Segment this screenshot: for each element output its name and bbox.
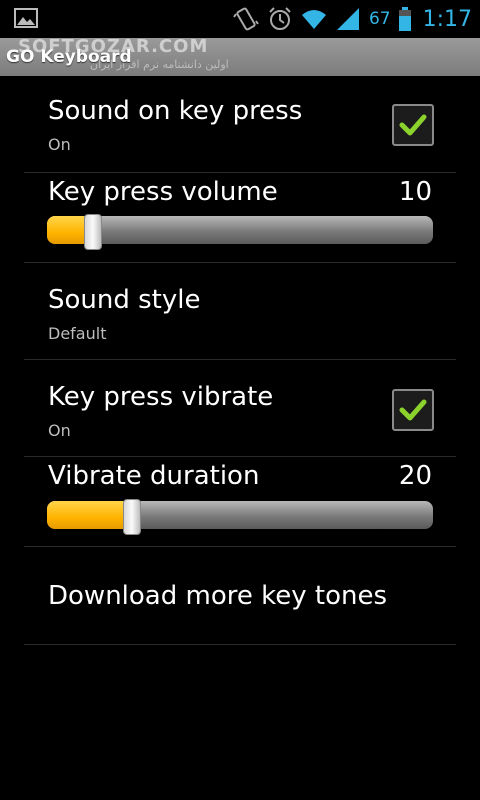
slider-track[interactable] bbox=[47, 216, 433, 244]
pref-sound-on-key-press[interactable]: Sound on key press On bbox=[24, 76, 456, 173]
pref-download-key-tones[interactable]: Download more key tones bbox=[24, 547, 456, 645]
vibrate-checkbox[interactable] bbox=[392, 389, 434, 431]
checkmark-icon bbox=[399, 399, 427, 421]
slider-thumb[interactable] bbox=[84, 214, 102, 250]
slider-thumb[interactable] bbox=[123, 499, 141, 535]
volume-value: 10 bbox=[398, 177, 432, 207]
pref-title: Sound on key press bbox=[48, 96, 303, 126]
signal-icon bbox=[336, 8, 359, 30]
pref-key-press-vibrate[interactable]: Key press vibrate On bbox=[24, 360, 456, 457]
pref-vibrate-duration: Vibrate duration 20 bbox=[24, 457, 456, 547]
checkmark-icon bbox=[399, 114, 427, 136]
pref-title: Sound style bbox=[48, 285, 201, 315]
battery-icon bbox=[398, 7, 411, 31]
volume-slider[interactable] bbox=[24, 214, 456, 250]
pref-title: Key press volume bbox=[48, 177, 278, 207]
status-bar: 67 1:17 bbox=[0, 0, 480, 38]
vibrate-icon bbox=[233, 7, 259, 31]
slider-track[interactable] bbox=[47, 501, 433, 529]
pref-title: Vibrate duration bbox=[48, 461, 260, 491]
duration-slider[interactable] bbox=[24, 499, 456, 535]
pref-key-press-volume: Key press volume 10 bbox=[24, 173, 456, 263]
duration-value: 20 bbox=[398, 461, 432, 491]
clock: 1:17 bbox=[422, 6, 472, 32]
sound-checkbox[interactable] bbox=[392, 104, 434, 146]
status-icons: 67 1:17 bbox=[233, 0, 472, 38]
pref-sound-style[interactable]: Sound style Default bbox=[24, 263, 456, 360]
battery-percent: 67 bbox=[368, 9, 391, 29]
alarm-icon bbox=[269, 7, 291, 30]
pref-summary: On bbox=[48, 421, 71, 440]
wifi-icon bbox=[301, 10, 326, 29]
pref-summary: Default bbox=[48, 324, 107, 343]
slider-fill bbox=[47, 501, 132, 529]
title-bar: SOFTGOZAR.COM اولین دانشنامه نرم افزار ا… bbox=[0, 36, 480, 76]
pref-summary: On bbox=[48, 135, 71, 154]
gallery-icon bbox=[14, 8, 38, 28]
pref-title: Key press vibrate bbox=[48, 382, 274, 412]
pref-title: Download more key tones bbox=[48, 581, 388, 611]
page-title: GO Keyboard bbox=[6, 47, 132, 67]
settings-list: Sound on key press On Key press volume 1… bbox=[24, 76, 456, 645]
